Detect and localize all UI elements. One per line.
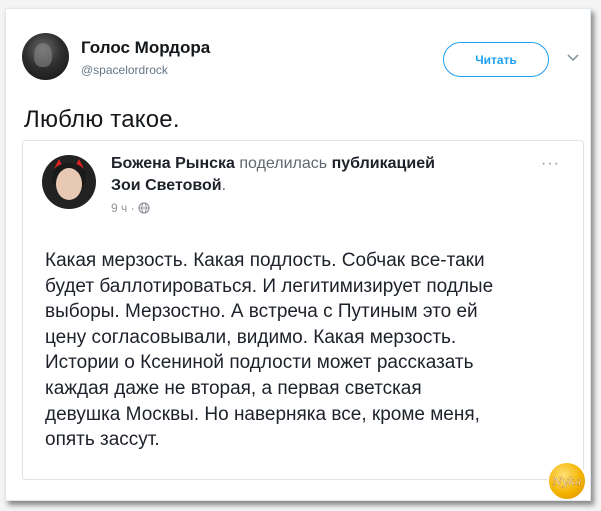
author-avatar[interactable] (22, 33, 69, 80)
embed-action-text: поделилась (234, 155, 332, 172)
embed-more-menu[interactable]: ··· (541, 155, 560, 173)
follow-button[interactable]: Читать (443, 42, 549, 77)
embed-body-text: Какая мерзость. Какая подлость. Собчак в… (45, 250, 494, 451)
embedded-facebook-post[interactable]: Божена Рынска поделилась публикацией Зои… (22, 140, 584, 480)
tweet-card: Голос Мордора @spacelordrock Читать Любл… (5, 8, 591, 501)
embed-header: Божена Рынска поделилась публикацией Зои… (111, 153, 511, 197)
globe-icon (137, 202, 150, 214)
embed-object-owner[interactable]: Зои Световой (111, 177, 222, 194)
tweet-text: Люблю такое. (24, 106, 180, 133)
embed-author-name[interactable]: Божена Рынска (111, 155, 235, 172)
embed-author-avatar[interactable] (42, 155, 96, 209)
embed-time[interactable]: 9 ч · (111, 201, 135, 215)
watermark-logo: Nyka (547, 461, 587, 500)
author-name[interactable]: Голос Мордора (81, 38, 210, 58)
chevron-down-icon[interactable] (566, 51, 580, 65)
svg-text:Nyka: Nyka (551, 475, 581, 488)
embed-meta: 9 ч · (111, 201, 150, 215)
author-handle[interactable]: @spacelordrock (81, 63, 168, 77)
embed-object-link[interactable]: публикацией (332, 155, 435, 172)
embed-owner-suffix: . (221, 177, 227, 194)
